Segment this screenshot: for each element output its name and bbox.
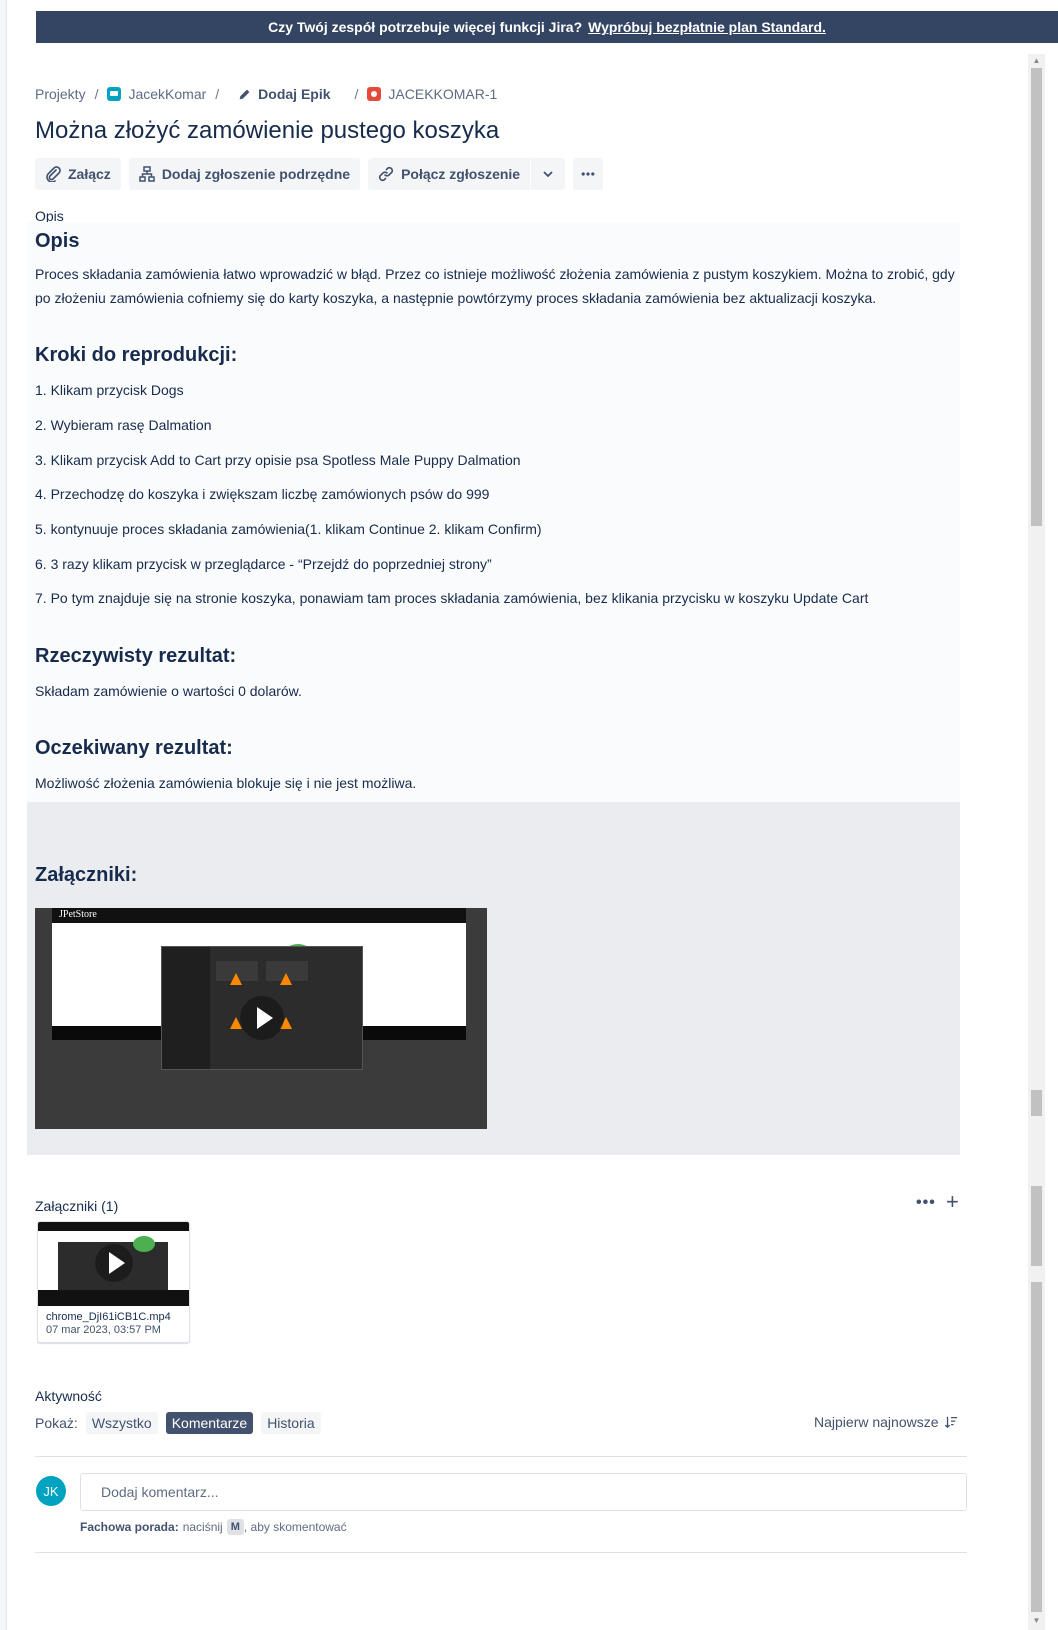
expected-result-text: Możliwość złożenia zamówienia blokuje si…: [35, 775, 417, 791]
breadcrumb-separator: /: [354, 86, 359, 102]
pro-tip-rest: , aby skomentować: [243, 1520, 347, 1534]
description-paragraph: Proces składania zamówienia łatwo wprowa…: [35, 266, 955, 306]
more-icon: [581, 172, 595, 176]
vlc-cone-icon: [230, 973, 242, 985]
step-item: 2. Wybieram rasę Dalmation: [35, 417, 212, 433]
sort-order-button[interactable]: Najpierw najnowsze: [814, 1414, 958, 1430]
scroll-down-arrow[interactable]: ▼: [1028, 1614, 1045, 1628]
play-icon[interactable]: [240, 996, 284, 1040]
play-icon: [95, 1244, 133, 1282]
sort-order-label: Najpierw najnowsze: [814, 1414, 939, 1430]
scroll-up-arrow[interactable]: ▲: [1028, 54, 1045, 68]
bug-icon: [367, 87, 382, 101]
scroll-thumb-top[interactable]: [1031, 68, 1042, 526]
project-avatar-icon: [107, 87, 122, 101]
expected-result-heading: Oczekiwany rezultat:: [35, 737, 233, 759]
activity-filter-row: Pokaż: Wszystko Komentarze Historia: [35, 1412, 321, 1434]
thumb-pet-image: [133, 1236, 155, 1252]
chevron-down-icon: [543, 171, 553, 178]
page-scrollbar[interactable]: ▲ ▼: [1028, 54, 1045, 1630]
video-preview[interactable]: JPetStore: [35, 908, 487, 1129]
breadcrumb-issue-key: JACEKKOMAR-1: [388, 86, 498, 102]
step-item: 5. kontynuuje proces składania zamówieni…: [35, 521, 542, 537]
breadcrumb: Projekty / JacekKomar / Dodaj Epik / JAC…: [35, 86, 497, 102]
attachments-more-icon[interactable]: •••: [916, 1194, 936, 1212]
pro-tip: Fachowa porada: naciśnij M , aby skoment…: [80, 1519, 347, 1535]
link-issue-label: Połącz zgłoszenie: [401, 166, 521, 182]
scroll-thumb-lower[interactable]: [1031, 1186, 1042, 1266]
sort-icon: [944, 1416, 957, 1429]
step-item: 7. Po tym znajduje się na stronie koszyk…: [35, 590, 869, 606]
attach-button-label: Załącz: [68, 166, 111, 182]
description-body[interactable]: Opis Proces składania zamówienia łatwo w…: [27, 222, 960, 802]
more-actions-button[interactable]: [573, 158, 604, 190]
video-frame-header: [52, 908, 466, 923]
attachments-title: Załączniki (1): [35, 1198, 119, 1214]
pencil-icon: [239, 89, 250, 99]
step-item: 4. Przechodzę do koszyka i zwiększam lic…: [35, 486, 490, 502]
add-child-issue-button[interactable]: Dodaj zgłoszenie podrzędne: [128, 158, 361, 190]
breadcrumb-project[interactable]: JacekKomar: [107, 86, 206, 102]
filter-comments[interactable]: Komentarze: [165, 1412, 254, 1434]
breadcrumb-projects[interactable]: Projekty: [35, 86, 86, 102]
breadcrumb-add-epic[interactable]: Dodaj Epik: [238, 86, 331, 102]
left-window-edge: [0, 0, 7, 1630]
attachment-thumbnail: [38, 1222, 189, 1306]
link-issue-button[interactable]: Połącz zgłoszenie: [368, 158, 531, 190]
step-item: 3. Klikam przycisk Add to Cart przy opis…: [35, 452, 521, 468]
pro-tip-label: Fachowa porada:: [80, 1520, 179, 1534]
filter-history[interactable]: Historia: [261, 1412, 321, 1434]
bottom-divider: [35, 1552, 967, 1553]
link-icon: [378, 166, 394, 182]
attachments-inline-heading: Załączniki:: [35, 864, 138, 886]
attach-button[interactable]: Załącz: [35, 158, 121, 190]
steps-heading: Kroki do reprodukcji:: [35, 344, 238, 366]
attachment-file-name: chrome_DjI61iCB1C.mp4: [46, 1311, 171, 1323]
scroll-thumb-mid[interactable]: [1031, 1090, 1042, 1116]
breadcrumb-project-label: JacekKomar: [128, 86, 207, 102]
banner-question: Czy Twój zespół potrzebuje więcej funkcj…: [268, 19, 583, 35]
paperclip-icon: [46, 166, 61, 182]
link-issue-dropdown[interactable]: [531, 158, 566, 190]
actual-result-heading: Rzeczywisty rezultat:: [35, 645, 237, 667]
thumb-footer: [38, 1290, 189, 1306]
banner-trial-link[interactable]: Wypróbuj bezpłatnie plan Standard.: [588, 19, 826, 35]
vlc-cone-icon: [280, 973, 292, 985]
step-item: 6. 3 razy klikam przycisk w przeglądarce…: [35, 556, 492, 572]
video-frame-logo: JPetStore: [59, 909, 97, 920]
keyboard-shortcut-key: M: [226, 1519, 244, 1535]
video-frame-dialog-sidebar: [162, 947, 210, 1069]
attachment-card[interactable]: chrome_DjI61iCB1C.mp4 07 mar 2023, 03:57…: [37, 1221, 190, 1343]
issue-title[interactable]: Można złożyć zamówienie pustego koszyka: [35, 117, 499, 145]
activity-heading: Aktywność: [35, 1388, 102, 1404]
attachment-file-date: 07 mar 2023, 03:57 PM: [46, 1324, 161, 1336]
avatar[interactable]: JK: [36, 1476, 66, 1506]
thumb-header: [38, 1222, 189, 1231]
breadcrumb-issue[interactable]: JACEKKOMAR-1: [367, 86, 497, 102]
step-item: 1. Klikam przycisk Dogs: [35, 382, 184, 398]
issue-toolbar: Załącz Dodaj zgłoszenie podrzędne Połącz…: [35, 158, 604, 190]
breadcrumb-separator: /: [94, 86, 99, 102]
comment-input[interactable]: [80, 1473, 967, 1511]
breadcrumb-add-epic-label: Dodaj Epik: [258, 86, 331, 102]
upgrade-banner: Czy Twój zespół potrzebuje więcej funkcj…: [36, 11, 1058, 43]
link-issue-split-button: Połącz zgłoszenie: [368, 158, 566, 190]
description-heading: Opis: [35, 230, 80, 252]
filter-all[interactable]: Wszystko: [85, 1412, 158, 1434]
add-child-issue-label: Dodaj zgłoszenie podrzędne: [161, 166, 351, 182]
show-label: Pokaż:: [35, 1415, 78, 1431]
breadcrumb-separator: /: [215, 86, 220, 102]
hierarchy-icon: [139, 166, 155, 182]
activity-divider: [35, 1456, 967, 1457]
attachments-add-icon[interactable]: +: [946, 1191, 959, 1213]
embedded-attachments: Załączniki: JPetStore: [27, 802, 960, 1155]
pro-tip-press: naciśnij: [182, 1520, 223, 1534]
scroll-thumb-bottom[interactable]: [1031, 1282, 1042, 1612]
actual-result-text: Składam zamówienie o wartości 0 dolarów.: [35, 683, 302, 699]
